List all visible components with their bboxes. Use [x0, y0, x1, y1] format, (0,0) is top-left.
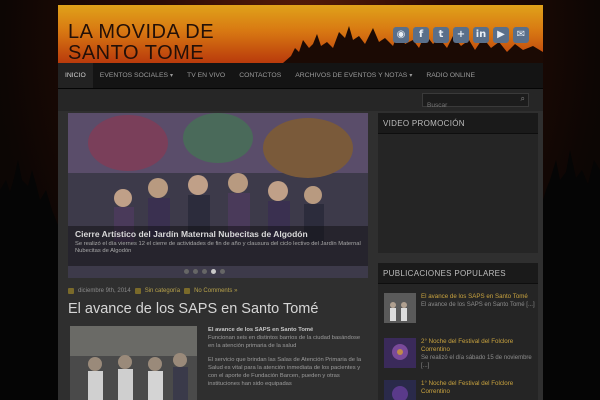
video-widget: VIDEO PROMOCIÓN — [378, 113, 538, 253]
popular-item-title[interactable]: 1° Noche del Festival del Folclore Corre… — [421, 380, 536, 396]
popular-item-excerpt: El avance de los SAPS en Santo Tomé [...… — [421, 302, 535, 308]
slider-dot-active[interactable] — [211, 269, 216, 274]
slider-pagination — [184, 269, 225, 274]
popular-item-thumbnail[interactable] — [384, 380, 416, 400]
post-title[interactable]: El avance de los SAPS en Santo Tomé — [68, 301, 318, 317]
folder-icon — [134, 288, 141, 294]
popular-widget-title: PUBLICACIONES POPULARES — [378, 263, 538, 284]
popular-item[interactable]: 2° Noche del Festival del Folclore Corre… — [384, 338, 536, 370]
crowd-silhouette-right — [540, 150, 600, 400]
featured-slider[interactable]: Cierre Artístico del Jardín Maternal Nub… — [68, 113, 368, 278]
youtube-icon[interactable]: ▶ — [493, 27, 509, 43]
popular-item-title[interactable]: El avance de los SAPS en Santo Tomé — [421, 293, 536, 301]
nav-item-eventos-sociales[interactable]: EVENTOS SOCIALES ▾ — [93, 63, 180, 88]
linkedin-icon[interactable]: in — [473, 27, 489, 43]
chevron-down-icon: ▾ — [170, 73, 174, 79]
popular-item-thumbnail[interactable] — [384, 338, 416, 368]
search-input[interactable] — [423, 99, 508, 112]
nav-item-label: EVENTOS SOCIALES — [99, 72, 169, 79]
post-excerpt-p2: El servicio que brindan las Salas de Ate… — [208, 357, 362, 387]
crowd-silhouette-left — [0, 160, 60, 400]
popular-item-text: 2° Noche del Festival del Folclore Corre… — [421, 338, 536, 370]
calendar-icon — [68, 288, 74, 294]
nav-item-archivos[interactable]: ARCHIVOS DE EVENTOS Y NOTAS ▾ — [288, 63, 419, 88]
slide-title[interactable]: Cierre Artístico del Jardín Maternal Nub… — [75, 229, 361, 239]
rss-icon[interactable]: ◉ — [393, 27, 409, 43]
slide-text: Se realizó el día viernes 12 el cierre d… — [75, 241, 361, 254]
email-icon[interactable]: ✉ — [513, 27, 529, 43]
search-icon[interactable]: ⌕ — [521, 94, 525, 104]
nav-item-radio-online[interactable]: RADIO ONLINE — [419, 63, 482, 88]
site-title[interactable]: LA MOVIDA DE SANTO TOME — [68, 21, 238, 64]
nav-item-tv-en-vivo[interactable]: TV EN VIVO — [180, 63, 232, 88]
search-box: ⌕ — [422, 93, 529, 112]
site-header: LA MOVIDA DE SANTO TOME ◉ f t + in ▶ ✉ — [58, 5, 543, 63]
slider-dot[interactable] — [220, 269, 225, 274]
post-excerpt-heading: El avance de los SAPS en Santo Tomé — [208, 327, 314, 333]
nav-item-inicio[interactable]: INICIO — [58, 63, 93, 88]
popular-item[interactable]: El avance de los SAPS en Santo Tomé El a… — [384, 293, 536, 323]
search-bar: ⌕ — [58, 89, 543, 112]
popular-item-title[interactable]: 2° Noche del Festival del Folclore Corre… — [421, 338, 536, 354]
nav-item-contactos[interactable]: CONTACTOS — [232, 63, 288, 88]
post-thumbnail[interactable] — [70, 326, 197, 400]
slider-dot[interactable] — [202, 269, 207, 274]
post-meta: diciembre 9th, 2014 Sin categoría No Com… — [68, 288, 237, 294]
post-date: diciembre 9th, 2014 — [78, 288, 131, 294]
comment-icon — [184, 288, 191, 294]
social-icons: ◉ f t + in ▶ ✉ — [393, 27, 529, 43]
google-plus-icon[interactable]: + — [453, 27, 469, 43]
main-nav: INICIO EVENTOS SOCIALES ▾ TV EN VIVO CONT… — [58, 63, 543, 89]
site-title-line2: SANTO TOME — [68, 42, 205, 64]
chevron-down-icon: ▾ — [409, 73, 413, 79]
video-widget-title: VIDEO PROMOCIÓN — [378, 113, 538, 134]
slider-dot[interactable] — [193, 269, 198, 274]
popular-item-thumbnail[interactable] — [384, 293, 416, 323]
popular-item-text: 1° Noche del Festival del Folclore Corre… — [421, 380, 536, 400]
popular-item-excerpt: Se realizó el día sábado 15 de noviembre… — [421, 355, 532, 369]
post-excerpt-p1: Funcionan seis en distintos barrios de l… — [208, 335, 361, 349]
post-excerpt: El avance de los SAPS en Santo Tomé Func… — [208, 326, 368, 388]
post-category[interactable]: Sin categoría — [145, 288, 180, 294]
popular-item-text: El avance de los SAPS en Santo Tomé El a… — [421, 293, 536, 323]
post-comments[interactable]: No Comments » — [194, 288, 237, 294]
page-container: LA MOVIDA DE SANTO TOME ◉ f t + in ▶ ✉ I… — [58, 5, 543, 400]
twitter-icon[interactable]: t — [433, 27, 449, 43]
facebook-icon[interactable]: f — [413, 27, 429, 43]
nav-item-label: ARCHIVOS DE EVENTOS Y NOTAS — [295, 72, 408, 79]
slider-dot[interactable] — [184, 269, 189, 274]
site-title-line1: LA MOVIDA DE — [68, 21, 215, 43]
slide-caption: Cierre Artístico del Jardín Maternal Nub… — [68, 226, 368, 266]
popular-item[interactable]: 1° Noche del Festival del Folclore Corre… — [384, 380, 536, 400]
